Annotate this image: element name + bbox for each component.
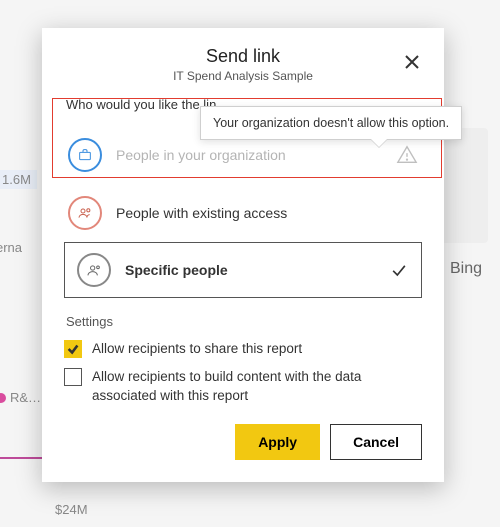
apply-button[interactable]: Apply bbox=[235, 424, 320, 460]
option-existing[interactable]: People with existing access bbox=[64, 184, 422, 242]
bg-text: $24M bbox=[55, 502, 88, 517]
checkbox-build[interactable] bbox=[64, 368, 82, 386]
bg-text: 1.6M bbox=[0, 170, 37, 189]
settings-heading: Settings bbox=[66, 314, 422, 329]
checkmark-icon bbox=[389, 260, 409, 280]
checkbox-build-label: Allow recipients to build content with t… bbox=[92, 367, 422, 406]
dialog-title: Send link bbox=[64, 46, 422, 67]
bg-text: erna bbox=[0, 240, 22, 255]
checkbox-share-row[interactable]: Allow recipients to share this report bbox=[64, 339, 422, 359]
bg-text: R&… bbox=[0, 390, 41, 405]
briefcase-icon bbox=[68, 138, 102, 172]
close-button[interactable] bbox=[398, 48, 426, 76]
restriction-tooltip: Your organization doesn't allow this opt… bbox=[200, 106, 462, 140]
people-icon bbox=[68, 196, 102, 230]
checkbox-share[interactable] bbox=[64, 340, 82, 358]
close-icon bbox=[404, 54, 420, 70]
option-existing-label: People with existing access bbox=[116, 205, 418, 221]
bg-bing-logo: Bing bbox=[450, 260, 482, 278]
checkbox-build-row[interactable]: Allow recipients to build content with t… bbox=[64, 367, 422, 406]
send-link-dialog: Send link IT Spend Analysis Sample Who w… bbox=[42, 28, 444, 482]
option-specific-label: Specific people bbox=[125, 262, 375, 278]
option-org-label: People in your organization bbox=[116, 147, 382, 163]
option-specific[interactable]: Specific people bbox=[64, 242, 422, 298]
cancel-button[interactable]: Cancel bbox=[330, 424, 422, 460]
dialog-subtitle: IT Spend Analysis Sample bbox=[64, 69, 422, 83]
person-icon bbox=[77, 253, 111, 287]
warning-icon bbox=[396, 144, 418, 166]
checkbox-share-label: Allow recipients to share this report bbox=[92, 339, 302, 359]
